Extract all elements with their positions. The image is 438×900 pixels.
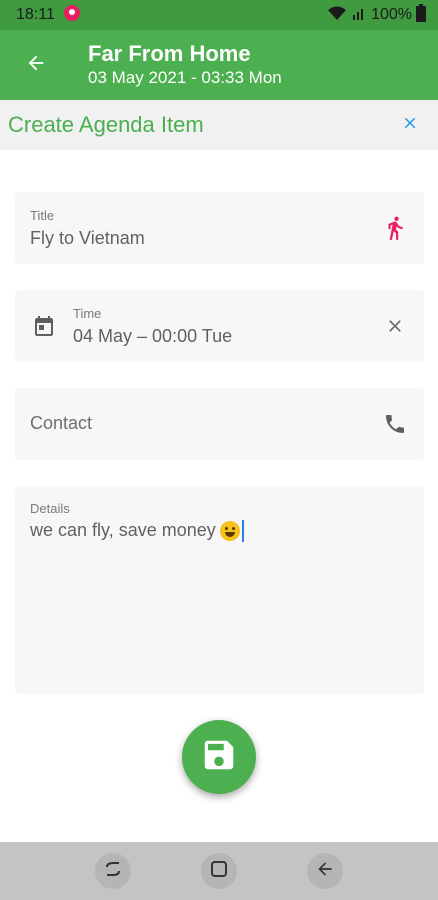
recents-button[interactable] — [95, 853, 131, 889]
time-input[interactable]: 04 May – 00:00 Tue — [73, 326, 232, 347]
app-title: Far From Home — [88, 41, 251, 66]
details-input[interactable]: we can fly, save money — [30, 520, 216, 540]
time-caption: Time — [73, 306, 102, 321]
arrow-left-icon — [25, 52, 47, 79]
details-input-wrap[interactable]: we can fly, save money — [30, 520, 244, 543]
details-field[interactable]: Details we can fly, save money — [15, 486, 424, 694]
contact-field[interactable]: Contact — [15, 388, 424, 460]
grinning-face-icon — [219, 521, 240, 542]
contact-input[interactable]: Contact — [30, 413, 92, 434]
title-input[interactable]: Fly to Vietnam — [30, 228, 145, 249]
app-bar-titles: Far From Home 03 May 2021 - 03:33 Mon — [88, 41, 282, 89]
running-person-icon[interactable] — [382, 215, 408, 241]
wifi-icon — [327, 5, 347, 26]
clear-icon[interactable] — [384, 315, 406, 337]
phone-icon[interactable] — [382, 411, 408, 437]
calendar-icon — [31, 313, 57, 339]
system-back-button[interactable] — [307, 853, 343, 889]
close-icon — [401, 114, 419, 137]
section-title: Create Agenda Item — [8, 112, 204, 137]
app-subtitle: 03 May 2021 - 03:33 Mon — [88, 68, 282, 87]
notification-icon — [63, 4, 81, 27]
system-nav-bar — [0, 842, 438, 900]
title-caption: Title — [30, 208, 55, 223]
save-icon — [200, 736, 238, 779]
text-cursor — [241, 520, 244, 543]
recents-icon — [103, 859, 123, 884]
battery-text: 100% — [371, 6, 412, 23]
close-button[interactable] — [390, 105, 430, 145]
status-bar: 18:11 100% — [0, 0, 438, 30]
details-caption: Details — [30, 501, 70, 516]
signal-icon — [351, 5, 367, 26]
home-button[interactable] — [201, 853, 237, 889]
nav-back-icon — [315, 859, 335, 884]
status-time: 18:11 — [16, 6, 55, 23]
app-bar: Far From Home 03 May 2021 - 03:33 Mon — [0, 30, 438, 100]
title-field[interactable]: Title Fly to Vietnam — [15, 192, 424, 264]
section-header: Create Agenda Item — [0, 100, 438, 150]
battery-icon — [416, 3, 426, 27]
status-right: 100% — [327, 3, 426, 27]
home-icon — [209, 859, 229, 884]
time-field[interactable]: Time 04 May – 00:00 Tue — [15, 290, 424, 362]
save-button[interactable] — [182, 720, 256, 794]
back-button[interactable] — [0, 30, 72, 100]
